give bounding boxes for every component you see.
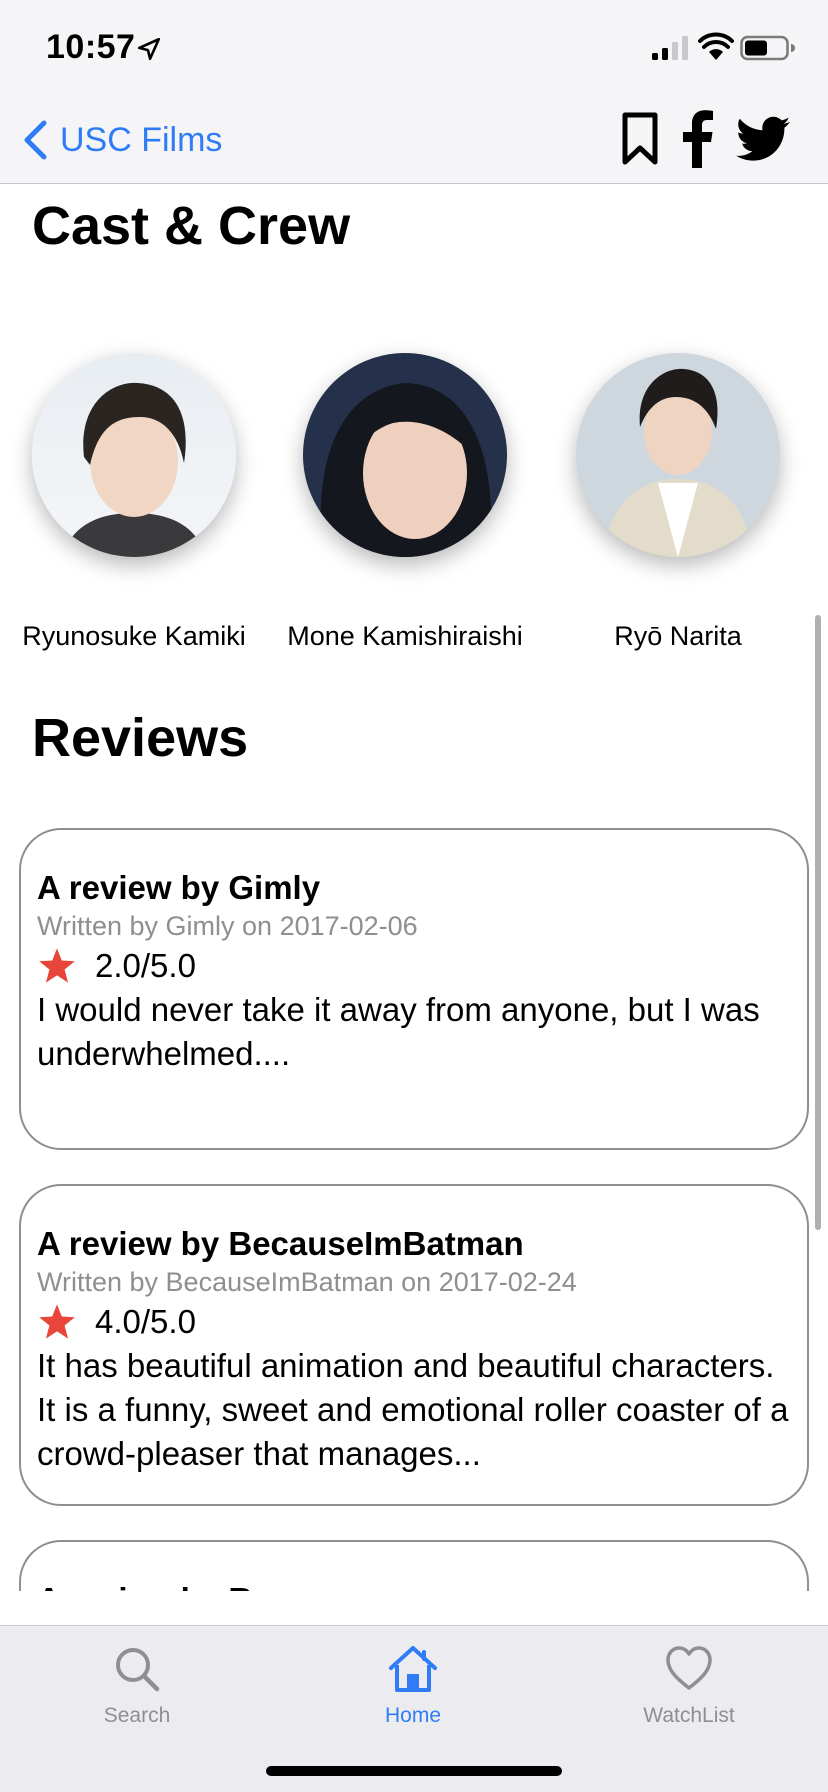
heart-icon (666, 1646, 712, 1690)
cast-name: Ryō Narita (614, 621, 742, 651)
review-title: A review by Reno (37, 1580, 791, 1591)
review-title: A review by Gimly (37, 869, 321, 906)
review-meta: Written by BecauseImBatman on 2017-02-24 (37, 1267, 577, 1297)
review-card[interactable]: A review by BecauseImBatman Written by B… (19, 1184, 809, 1506)
review-meta: Written by Gimly on 2017-02-06 (37, 911, 418, 941)
cast-photo (576, 353, 780, 557)
tab-home[interactable]: Home (313, 1644, 513, 1728)
reviews-section-title: Reviews (32, 708, 249, 768)
tab-search[interactable]: Search (37, 1644, 237, 1728)
movie-detail-content[interactable]: Cast & Crew Ryunosuke Kamiki Mone Kamish… (0, 185, 828, 1591)
home-indicator[interactable] (266, 1766, 562, 1776)
review-title: A review by BecauseImBatman (37, 1225, 524, 1262)
review-card[interactable]: A review by Gimly Written by Gimly on 20… (19, 828, 809, 1150)
facebook-icon[interactable] (680, 110, 716, 168)
back-button-label: USC Films (60, 120, 223, 159)
cast-member[interactable]: Ryō Narita (543, 353, 813, 652)
search-icon (116, 1648, 160, 1692)
review-rating: 4.0/5.0 (37, 1302, 791, 1342)
cast-member[interactable]: Ryunosuke Kamiki (0, 353, 269, 652)
review-card[interactable]: A review by Reno (19, 1540, 809, 1591)
star-icon (39, 948, 75, 983)
twitter-icon[interactable] (736, 116, 790, 162)
battery-icon (740, 35, 795, 61)
status-time: 10:57 (46, 28, 136, 66)
rating-text: 4.0/5.0 (95, 1303, 196, 1340)
bookmark-icon[interactable] (620, 112, 660, 166)
tab-label: WatchList (643, 1704, 735, 1727)
tab-label: Search (103, 1704, 171, 1727)
scroll-indicator[interactable] (815, 615, 821, 1230)
review-body: I would never take it away from anyone, … (37, 991, 760, 1072)
review-body: It has beautiful animation and beautiful… (37, 1347, 789, 1472)
cast-section-title: Cast & Crew (32, 196, 351, 256)
chevron-left-icon (24, 120, 47, 160)
cast-member[interactable]: Mone Kamishiraishi (270, 353, 540, 652)
signal-icon (652, 36, 688, 60)
status-bar: 10:57 (0, 0, 828, 96)
cast-photo (303, 353, 507, 557)
wifi-icon (698, 32, 734, 60)
cast-name: Ryunosuke Kamiki (22, 621, 246, 651)
cast-photo (32, 353, 236, 557)
tab-label: Home (384, 1704, 442, 1727)
rating-text: 2.0/5.0 (95, 947, 196, 984)
navigation-bar: USC Films (0, 96, 828, 184)
home-icon (389, 1646, 437, 1692)
tab-watchlist[interactable]: WatchList (589, 1644, 789, 1728)
review-rating: 2.0/5.0 (37, 946, 791, 986)
cast-name: Mone Kamishiraishi (287, 621, 523, 651)
star-icon (39, 1304, 75, 1339)
back-button[interactable]: USC Films (22, 116, 222, 164)
location-arrow-icon (137, 37, 161, 61)
